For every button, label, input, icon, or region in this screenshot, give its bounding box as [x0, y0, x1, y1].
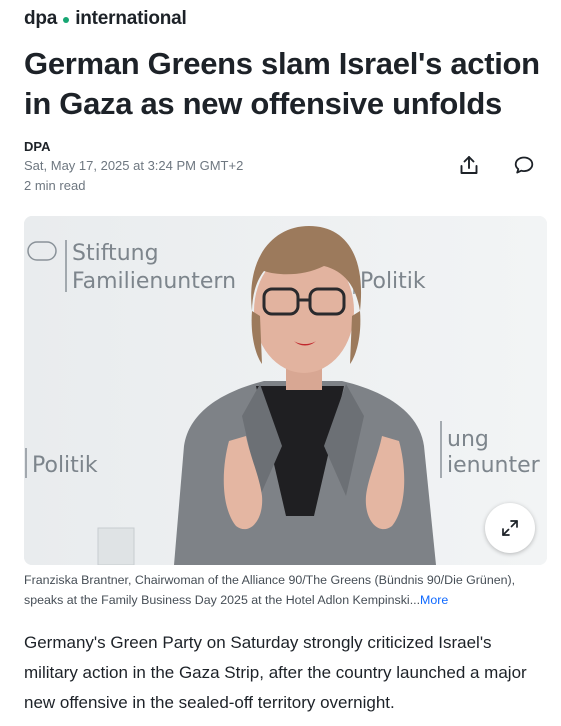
article-paragraph: Germany's Green Party on Saturday strong… [24, 633, 527, 712]
backdrop-text: Politik [360, 269, 426, 294]
comment-button[interactable] [510, 152, 538, 180]
expand-image-button[interactable] [485, 503, 535, 553]
backdrop-text: Stiftung [72, 241, 159, 266]
backdrop-text: Familienuntern [72, 269, 236, 294]
backdrop-text: Politik [32, 453, 98, 478]
brand-dot [63, 17, 70, 23]
caption-more-link[interactable]: More [420, 593, 448, 607]
expand-icon [501, 519, 519, 537]
article-read-time: 2 min read [24, 178, 86, 193]
comment-icon [513, 154, 535, 179]
article-title: German Greens slam Israel's action in Ga… [24, 46, 540, 121]
share-icon [458, 154, 480, 179]
brand-logo[interactable]: dpa international [24, 8, 187, 30]
brand-suffix: international [75, 8, 187, 29]
brand-name: dpa [24, 8, 58, 29]
backdrop-text: ienunter [447, 453, 541, 478]
image-caption: Franziska Brantner, Chairwoman of the Al… [24, 570, 548, 610]
share-button[interactable] [455, 152, 483, 180]
water-glass [97, 527, 135, 565]
article-hero-image[interactable]: Stiftung Familienuntern Politik Politik … [24, 216, 547, 565]
article-date: Sat, May 17, 2025 at 3:24 PM GMT+2 [24, 158, 244, 173]
article-author[interactable]: DPA [24, 139, 50, 154]
backdrop-text: ung [447, 427, 489, 452]
